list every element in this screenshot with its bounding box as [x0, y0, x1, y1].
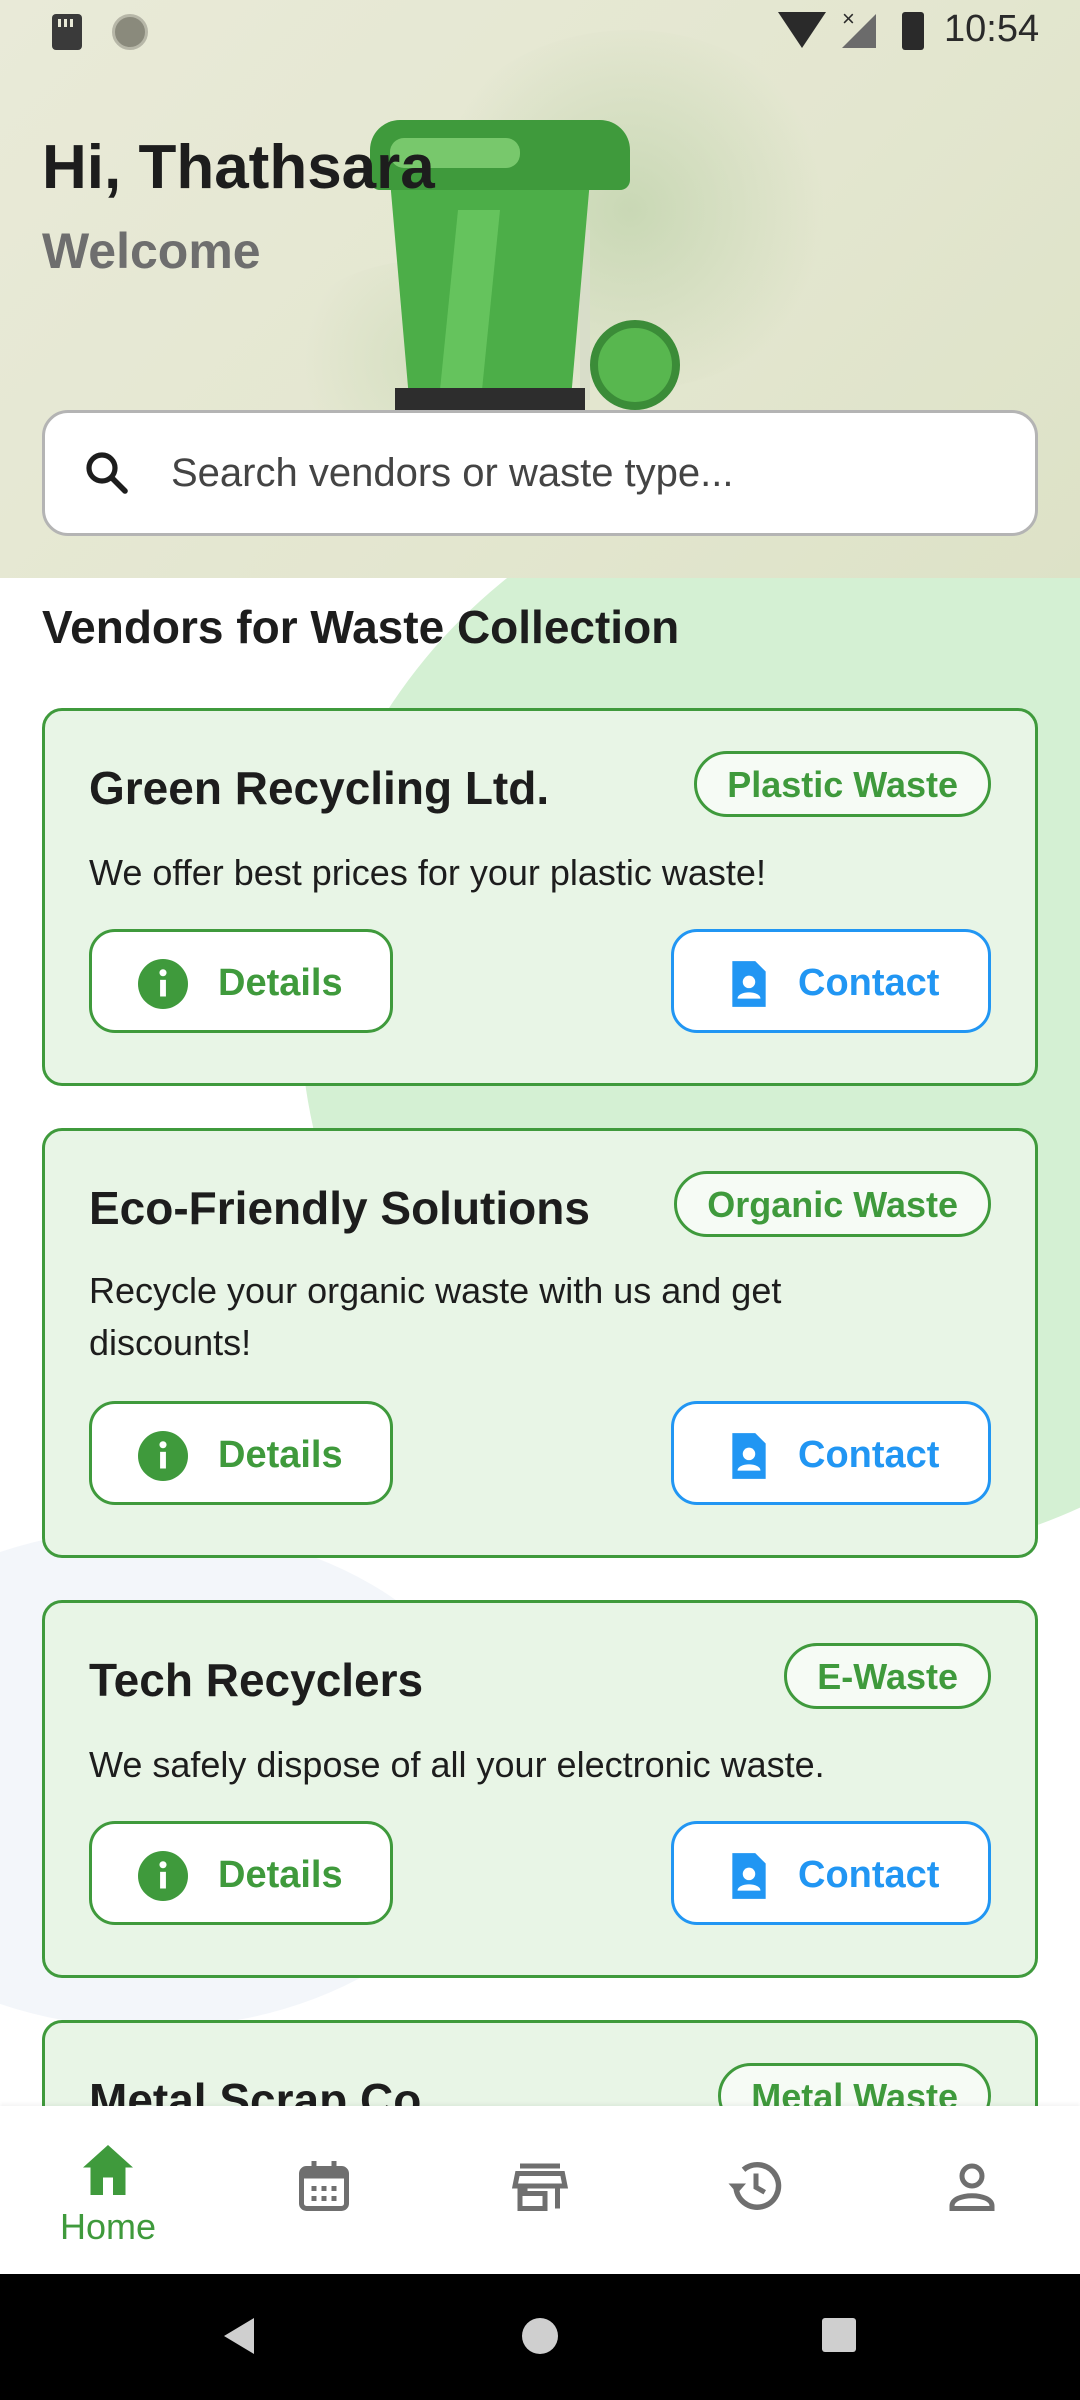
status-time: 10:54: [944, 8, 1040, 50]
details-label: Details: [218, 962, 343, 1004]
store-icon: [511, 2163, 569, 2211]
contact-button[interactable]: Contact: [671, 929, 991, 1033]
header-hero: × 10:54 Hi, Thathsara Welcome Search ven…: [0, 0, 1080, 578]
contact-page-icon: [732, 1853, 766, 1899]
waste-type-badge: E-Waste: [784, 1643, 991, 1709]
nav-home-label: Home: [59, 2206, 157, 2247]
vendor-description: We safely dispose of all your electronic…: [89, 1744, 825, 1785]
vendor-card: Tech Recyclers E-Waste We safely dispose…: [42, 1600, 1038, 1978]
contact-page-icon: [732, 961, 766, 1007]
vendor-name: Eco-Friendly Solutions: [89, 1182, 590, 1234]
contact-label: Contact: [798, 1434, 940, 1476]
battery-icon: [902, 12, 924, 50]
back-icon[interactable]: [224, 2318, 254, 2354]
history-icon: [728, 2161, 782, 2210]
home-icon: [83, 2145, 133, 2195]
vendor-card: Metal Scrap Co. Metal Waste: [42, 2020, 1038, 2106]
search-placeholder: Search vendors or waste type...: [171, 451, 734, 495]
calendar-icon: [299, 2161, 349, 2211]
info-icon: [138, 1851, 188, 1901]
details-button[interactable]: Details: [89, 929, 393, 1033]
search-icon: [86, 452, 128, 494]
details-label: Details: [218, 1434, 343, 1476]
nav-home[interactable]: Home: [0, 2106, 216, 2274]
contact-button[interactable]: Contact: [671, 1821, 991, 1925]
nav-calendar[interactable]: [216, 2106, 432, 2274]
waste-type-badge: Plastic Waste: [694, 751, 991, 817]
nav-store[interactable]: [432, 2106, 648, 2274]
nav-profile[interactable]: [864, 2106, 1080, 2274]
wifi-icon: [778, 12, 826, 48]
section-title: Vendors for Waste Collection: [42, 601, 680, 653]
waste-type-badge: Organic Waste: [674, 1171, 991, 1237]
profile-icon: [949, 2163, 995, 2211]
bottom-navigation: Home: [0, 2106, 1080, 2274]
info-icon: [138, 1431, 188, 1481]
vendor-name: Tech Recyclers: [89, 1654, 424, 1706]
contact-label: Contact: [798, 962, 940, 1004]
info-icon: [138, 959, 188, 1009]
contact-button[interactable]: Contact: [671, 1401, 991, 1505]
vendor-name: Metal Scrap Co.: [89, 2074, 435, 2106]
no-signal-mark-icon: ×: [842, 6, 855, 31]
vendor-name: Green Recycling Ltd.: [89, 762, 550, 814]
home-circle-icon[interactable]: [522, 2318, 558, 2354]
waste-type-badge: Metal Waste: [718, 2063, 991, 2106]
vendor-card: Green Recycling Ltd. Plastic Waste We of…: [42, 708, 1038, 1086]
vendor-description: We offer best prices for your plastic wa…: [89, 852, 766, 893]
search-input[interactable]: Search vendors or waste type...: [42, 410, 1038, 536]
contact-label: Contact: [798, 1854, 940, 1896]
vendor-card: Eco-Friendly Solutions Organic Waste Rec…: [42, 1128, 1038, 1558]
nav-history[interactable]: [648, 2106, 864, 2274]
vendor-description: Recycle your organic waste with us and g…: [89, 1270, 782, 1363]
status-bar: × 10:54: [0, 0, 1080, 64]
welcome-subtitle: Welcome: [42, 223, 261, 279]
sync-icon: [112, 14, 148, 50]
vendor-card-clip: Metal Scrap Co. Metal Waste: [0, 2018, 1080, 2106]
system-navigation-bar: [0, 2274, 1080, 2400]
details-button[interactable]: Details: [89, 1821, 393, 1925]
recent-apps-icon[interactable]: [822, 2318, 856, 2352]
contact-page-icon: [732, 1433, 766, 1479]
details-label: Details: [218, 1854, 343, 1896]
sd-card-icon: [52, 14, 82, 50]
details-button[interactable]: Details: [89, 1401, 393, 1505]
greeting-title: Hi, Thathsara: [42, 133, 435, 202]
